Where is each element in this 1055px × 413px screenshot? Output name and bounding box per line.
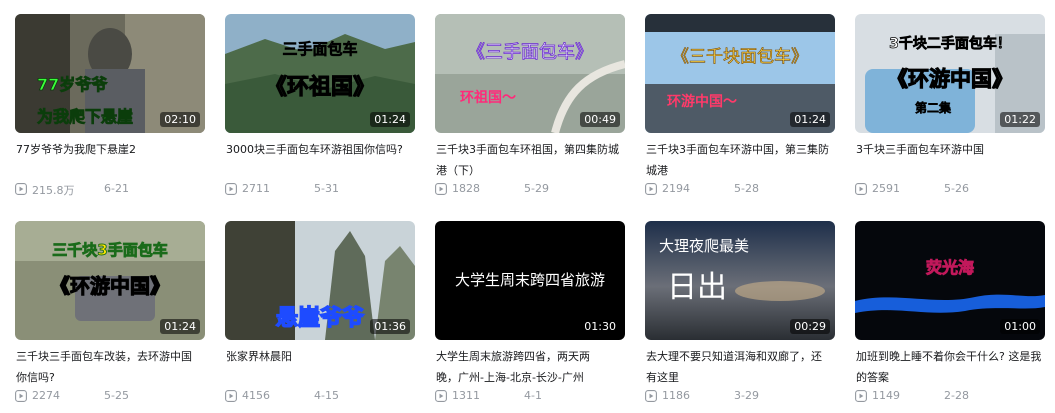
video-thumbnail[interactable]: 三手面包车 《环祖国》 01:24	[225, 14, 415, 133]
thumbnail-caption: 大学生周末跨四省旅游	[455, 271, 605, 289]
video-thumbnail[interactable]: 《三千块面包车》 环游中国～ 01:24	[645, 14, 835, 133]
thumbnail-caption: 为我爬下悬崖	[37, 107, 133, 126]
play-count: 2274	[32, 389, 60, 402]
video-meta: 2711 5-31	[225, 181, 415, 197]
video-meta: 1149 2-28	[855, 388, 1045, 404]
play-count-icon	[15, 390, 27, 402]
video-thumbnail[interactable]: 三千块3手面包车 《环游中国》 01:24	[15, 221, 205, 340]
upload-date: 5-25	[104, 389, 129, 402]
video-title[interactable]: 去大理不要只知道洱海和双廊了，还有这里	[646, 346, 826, 388]
play-count: 215.8万	[32, 184, 75, 197]
thumbnail-caption: 环祖国～	[460, 89, 516, 106]
video-thumbnail[interactable]: 大学生周末跨四省旅游 01:30	[435, 221, 625, 340]
thumbnail-caption: 悬崖爷爷	[276, 305, 365, 331]
play-count: 4156	[242, 389, 270, 402]
video-title[interactable]: 3000块三手面包车环游祖国你信吗?	[226, 139, 406, 160]
thumbnail-caption: 《环游中国》	[887, 67, 1013, 91]
video-duration: 00:29	[790, 319, 830, 334]
upload-date: 5-26	[944, 182, 969, 195]
video-title[interactable]: 三千块三手面包车改装，去环游中国你信吗?	[16, 346, 196, 388]
upload-date: 3-29	[734, 389, 759, 402]
play-count-icon	[225, 390, 237, 402]
play-count: 2591	[872, 182, 900, 195]
play-count-icon	[855, 183, 867, 195]
video-title[interactable]: 3千块三手面包车环游中国	[856, 139, 1046, 160]
video-thumbnail[interactable]: 悬崖爷爷 01:36	[225, 221, 415, 340]
play-count-icon	[15, 183, 27, 195]
video-meta: 1828 5-29	[435, 181, 625, 197]
play-count: 1311	[452, 389, 480, 402]
video-duration: 01:36	[370, 319, 410, 334]
video-meta: 4156 4-15	[225, 388, 415, 404]
upload-date: 5-31	[314, 182, 339, 195]
play-count-icon	[645, 390, 657, 402]
thumbnail-caption: 环游中国～	[667, 93, 737, 110]
upload-date: 6-21	[104, 182, 129, 195]
play-count-icon	[645, 183, 657, 195]
thumbnail-caption: 3千块二手面包车！	[889, 35, 1011, 52]
thumbnail-caption: 《环游中国》	[50, 274, 170, 298]
video-thumbnail[interactable]: 3千块二手面包车！ 《环游中国》 第二集 01:22	[855, 14, 1045, 133]
play-count: 1186	[662, 389, 690, 402]
play-count-icon	[225, 183, 237, 195]
play-count-icon	[855, 390, 867, 402]
video-thumbnail[interactable]: 大理夜爬最美 日出 00:29	[645, 221, 835, 340]
thumbnail-caption: 荧光海	[926, 258, 974, 277]
video-meta: 1311 4-1	[435, 388, 625, 404]
video-title[interactable]: 大学生周末旅游跨四省，两天两晚，广州-上海-北京-长沙-广州	[436, 346, 606, 388]
upload-date: 5-28	[734, 182, 759, 195]
video-thumbnail[interactable]: 荧光海 01:00	[855, 221, 1045, 340]
thumbnail-caption: 三手面包车	[282, 40, 357, 58]
video-meta: 215.8万 6-21	[15, 181, 205, 197]
thumbnail-caption: 《三千块面包车》	[672, 47, 808, 67]
video-title[interactable]: 张家界林晨阳	[226, 346, 416, 367]
play-count: 2711	[242, 182, 270, 195]
thumbnail-caption: 日出	[667, 270, 727, 305]
video-thumbnail[interactable]: 77岁爷爷 为我爬下悬崖 02:10	[15, 14, 205, 133]
upload-date: 2-28	[944, 389, 969, 402]
video-duration: 00:49	[580, 112, 620, 127]
upload-date: 4-1	[524, 389, 542, 402]
play-count: 1149	[872, 389, 900, 402]
video-duration: 01:24	[160, 319, 200, 334]
video-title[interactable]: 77岁爷爷为我爬下悬崖2	[16, 139, 206, 160]
video-meta: 2591 5-26	[855, 181, 1045, 197]
video-meta: 2194 5-28	[645, 181, 835, 197]
video-duration: 01:24	[370, 112, 410, 127]
video-title[interactable]: 三千块3手面包车环祖国，第四集防城港（下）	[436, 139, 626, 181]
thumbnail-caption: 《环祖国》	[265, 75, 375, 100]
play-count: 1828	[452, 182, 480, 195]
play-count-icon	[435, 183, 447, 195]
video-duration: 01:24	[790, 112, 830, 127]
video-duration: 01:30	[580, 319, 620, 334]
play-count-icon	[435, 390, 447, 402]
video-title[interactable]: 三千块3手面包车环游中国，第三集防城港	[646, 139, 836, 181]
play-count: 2194	[662, 182, 690, 195]
video-duration: 01:22	[1000, 112, 1040, 127]
thumbnail-caption: 三千块3手面包车	[52, 241, 167, 259]
upload-date: 5-29	[524, 182, 549, 195]
video-title[interactable]: 加班到晚上睡不着你会干什么? 这是我的答案	[856, 346, 1046, 388]
thumbnail-caption: 第二集	[915, 100, 952, 115]
video-duration: 02:10	[160, 112, 200, 127]
thumbnail-caption: 大理夜爬最美	[659, 237, 749, 255]
thumbnail-caption: 《三手面包车》	[467, 42, 593, 63]
video-thumbnail[interactable]: 《三手面包车》 环祖国～ 00:49	[435, 14, 625, 133]
upload-date: 4-15	[314, 389, 339, 402]
video-meta: 2274 5-25	[15, 388, 205, 404]
video-duration: 01:00	[1000, 319, 1040, 334]
video-meta: 1186 3-29	[645, 388, 835, 404]
thumbnail-caption: 77岁爷爷	[37, 75, 108, 94]
